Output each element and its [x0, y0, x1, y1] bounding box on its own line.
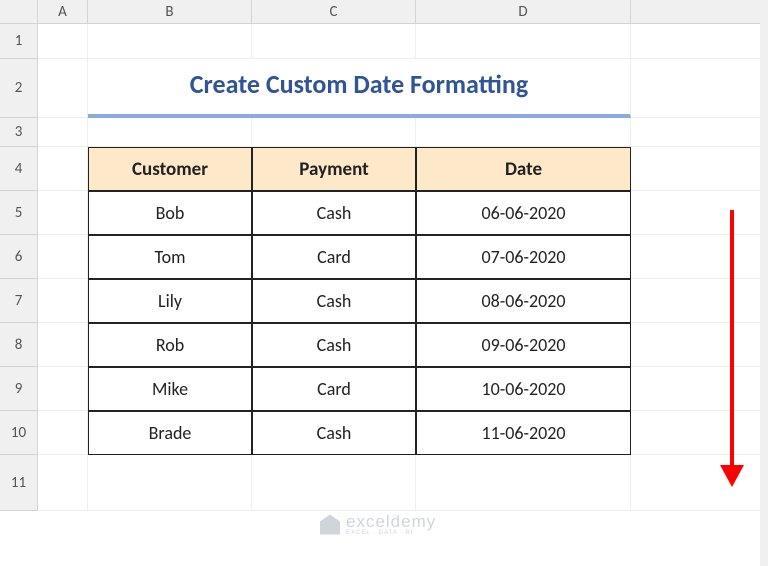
annotation-arrow-icon	[730, 210, 734, 470]
cell-a5[interactable]	[38, 191, 88, 235]
cell-a3[interactable]	[38, 118, 88, 147]
cell-a7[interactable]	[38, 279, 88, 323]
cell-e9[interactable]	[631, 367, 768, 411]
cell-c11[interactable]	[252, 455, 416, 511]
cell-e3[interactable]	[631, 118, 768, 147]
table-row[interactable]: 08-06-2020	[416, 279, 631, 323]
cell-b3[interactable]	[88, 118, 252, 147]
table-row[interactable]: Mike	[88, 367, 252, 411]
cell-b11[interactable]	[88, 455, 252, 511]
table-row[interactable]: Tom	[88, 235, 252, 279]
watermark-logo-icon	[320, 515, 340, 535]
watermark: exceldemy EXCEL · DATA · BI	[320, 513, 436, 536]
row-header-6[interactable]: 6	[0, 235, 38, 279]
cell-e5[interactable]	[631, 191, 768, 235]
cell-e8[interactable]	[631, 323, 768, 367]
col-header-a[interactable]: A	[38, 0, 88, 24]
cell-a2[interactable]	[38, 59, 88, 118]
watermark-text: exceldemy	[346, 513, 436, 530]
table-row[interactable]: Cash	[252, 191, 416, 235]
spreadsheet-grid: A B C D 1 2 Create Custom Date Formattin…	[0, 0, 768, 511]
table-row[interactable]: Rob	[88, 323, 252, 367]
row-header-9[interactable]: 9	[0, 367, 38, 411]
cell-e7[interactable]	[631, 279, 768, 323]
cell-c1[interactable]	[252, 24, 416, 59]
col-header-d[interactable]: D	[416, 0, 631, 24]
cell-e2[interactable]	[631, 59, 768, 118]
row-header-7[interactable]: 7	[0, 279, 38, 323]
cell-d11[interactable]	[416, 455, 631, 511]
cell-a8[interactable]	[38, 323, 88, 367]
table-row[interactable]: 10-06-2020	[416, 367, 631, 411]
cell-e10[interactable]	[631, 411, 768, 455]
cell-d3[interactable]	[416, 118, 631, 147]
annotation-arrowhead-icon	[720, 465, 744, 487]
row-header-4[interactable]: 4	[0, 147, 38, 191]
table-row[interactable]: Cash	[252, 323, 416, 367]
cell-e4[interactable]	[631, 147, 768, 191]
row-header-1[interactable]: 1	[0, 24, 38, 59]
cell-c3[interactable]	[252, 118, 416, 147]
cell-a11[interactable]	[38, 455, 88, 511]
row-header-2[interactable]: 2	[0, 59, 38, 118]
table-header-payment[interactable]: Payment	[252, 147, 416, 191]
cell-a9[interactable]	[38, 367, 88, 411]
cell-a1[interactable]	[38, 24, 88, 59]
table-row[interactable]: 07-06-2020	[416, 235, 631, 279]
row-header-5[interactable]: 5	[0, 191, 38, 235]
cell-a4[interactable]	[38, 147, 88, 191]
page-title: Create Custom Date Formatting	[88, 59, 631, 118]
scrollbar-vertical[interactable]	[760, 0, 768, 566]
cell-e11[interactable]	[631, 455, 768, 511]
col-header-c[interactable]: C	[252, 0, 416, 24]
cell-a6[interactable]	[38, 235, 88, 279]
cell-a10[interactable]	[38, 411, 88, 455]
col-header-blank	[631, 0, 768, 24]
select-all-corner[interactable]	[0, 0, 38, 24]
table-row[interactable]: 11-06-2020	[416, 411, 631, 455]
table-row[interactable]: Brade	[88, 411, 252, 455]
row-header-11[interactable]: 11	[0, 455, 38, 511]
table-row[interactable]: Bob	[88, 191, 252, 235]
cell-d1[interactable]	[416, 24, 631, 59]
table-row[interactable]: 09-06-2020	[416, 323, 631, 367]
row-header-8[interactable]: 8	[0, 323, 38, 367]
table-row[interactable]: Card	[252, 367, 416, 411]
table-row[interactable]: Cash	[252, 279, 416, 323]
row-header-3[interactable]: 3	[0, 118, 38, 147]
cell-b1[interactable]	[88, 24, 252, 59]
cell-e6[interactable]	[631, 235, 768, 279]
table-row[interactable]: Cash	[252, 411, 416, 455]
table-header-customer[interactable]: Customer	[88, 147, 252, 191]
row-header-10[interactable]: 10	[0, 411, 38, 455]
cell-e1[interactable]	[631, 24, 768, 59]
table-row[interactable]: 06-06-2020	[416, 191, 631, 235]
table-row[interactable]: Lily	[88, 279, 252, 323]
col-header-b[interactable]: B	[88, 0, 252, 24]
table-header-date[interactable]: Date	[416, 147, 631, 191]
table-row[interactable]: Card	[252, 235, 416, 279]
